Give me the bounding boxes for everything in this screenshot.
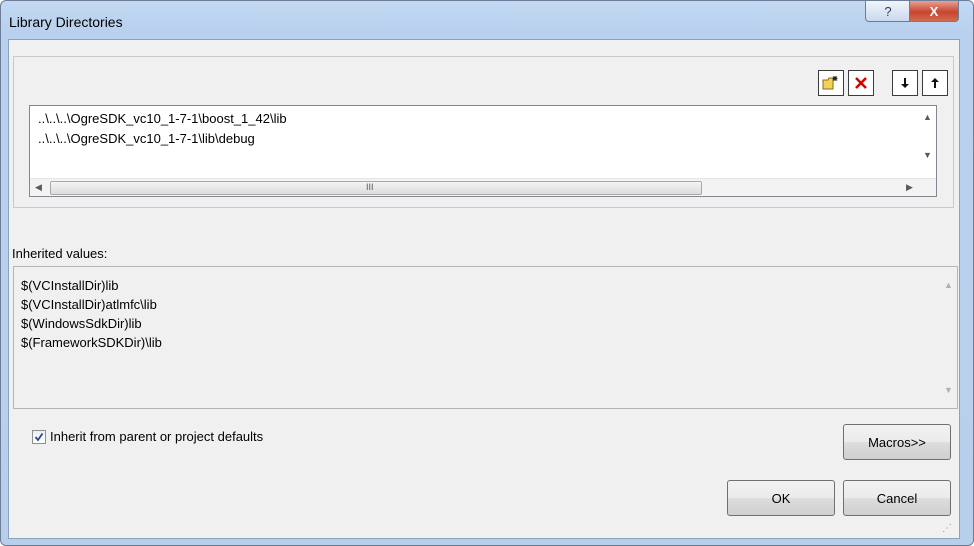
scroll-grip-icon: III — [366, 182, 374, 192]
move-up-button[interactable] — [922, 70, 948, 96]
directory-item[interactable]: ..\..\..\OgreSDK_vc10_1-7-1\boost_1_42\l… — [38, 111, 287, 126]
directory-list-vscrollbar[interactable]: ▲ ▼ — [919, 106, 936, 178]
new-folder-icon — [822, 76, 838, 90]
scroll-down-icon[interactable]: ▼ — [944, 385, 953, 395]
delete-icon — [855, 77, 867, 89]
directory-list-hscrollbar[interactable]: ◀ III ▶ — [30, 178, 936, 196]
scroll-up-icon[interactable]: ▲ — [944, 280, 953, 290]
macros-button[interactable]: Macros>> — [843, 424, 951, 460]
inherit-option[interactable]: Inherit from parent or project defaults — [32, 429, 263, 444]
cancel-button[interactable]: Cancel — [843, 480, 951, 516]
delete-line-button[interactable] — [848, 70, 874, 96]
hscroll-thumb[interactable]: III — [50, 181, 702, 195]
new-line-button[interactable] — [818, 70, 844, 96]
scroll-left-icon[interactable]: ◀ — [35, 182, 42, 193]
close-button[interactable]: X — [909, 1, 959, 22]
move-down-button[interactable] — [892, 70, 918, 96]
move-up-icon — [931, 78, 939, 88]
title-bar[interactable]: Library Directories ? X — [1, 1, 973, 39]
inherit-checkbox[interactable] — [32, 429, 46, 444]
directory-list[interactable]: ..\..\..\OgreSDK_vc10_1-7-1\boost_1_42\l… — [29, 105, 937, 197]
help-button[interactable]: ? — [865, 1, 911, 22]
inherited-list-vscrollbar[interactable]: ▲ ▼ — [940, 267, 957, 406]
inherited-values-label: Inherited values: — [12, 246, 108, 261]
scroll-up-icon[interactable]: ▲ — [923, 112, 932, 122]
scroll-right-icon[interactable]: ▶ — [906, 182, 913, 193]
inherited-item: $(VCInstallDir)lib — [21, 278, 119, 293]
scroll-down-icon[interactable]: ▼ — [923, 150, 932, 160]
inherit-checkbox-label[interactable]: Inherit from parent or project defaults — [50, 429, 263, 444]
checkmark-icon — [34, 432, 44, 441]
inherited-item: $(FrameworkSDKDir)\lib — [21, 335, 162, 350]
inherited-item: $(VCInstallDir)atlmfc\lib — [21, 297, 157, 312]
move-down-icon — [901, 78, 909, 88]
inherited-values-list: $(VCInstallDir)lib $(VCInstallDir)atlmfc… — [13, 266, 958, 409]
close-icon: X — [929, 3, 939, 19]
ok-button[interactable]: OK — [727, 480, 835, 516]
directory-item[interactable]: ..\..\..\OgreSDK_vc10_1-7-1\lib\debug — [38, 131, 255, 146]
inherited-item: $(WindowsSdkDir)lib — [21, 316, 142, 331]
window-title: Library Directories — [9, 14, 123, 30]
help-icon: ? — [884, 3, 892, 19]
resize-grip-icon[interactable]: ⋰ — [942, 523, 952, 534]
